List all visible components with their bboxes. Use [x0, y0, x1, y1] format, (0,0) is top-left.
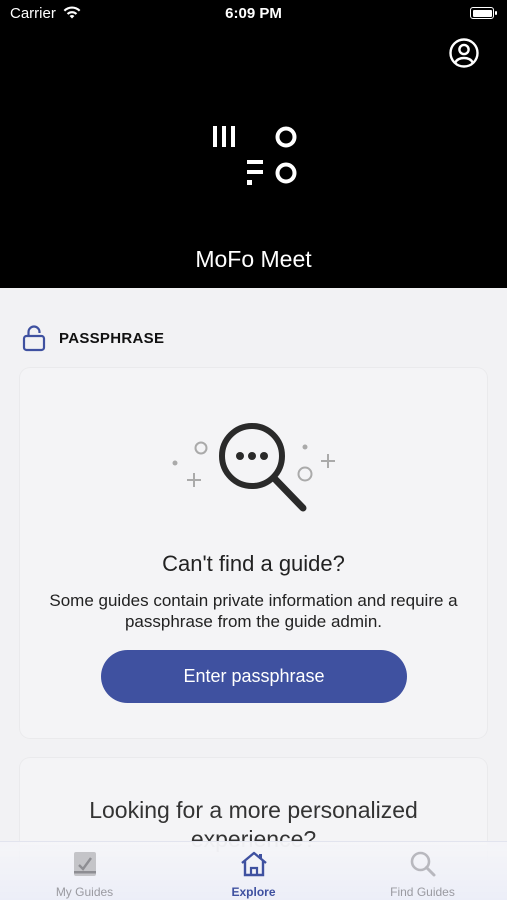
status-time: 6:09 PM: [225, 5, 282, 22]
tab-label: Find Guides: [390, 885, 455, 899]
passphrase-section-header: PASSPHRASE: [22, 325, 322, 353]
enter-passphrase-button[interactable]: Enter passphrase: [101, 650, 407, 703]
house-icon: [241, 851, 267, 877]
card-heading: Can't find a guide?: [162, 551, 345, 576]
tab-label: Explore: [231, 885, 276, 899]
lock-icon: [22, 325, 46, 352]
tab-explore[interactable]: Explore: [169, 842, 338, 900]
tab-find-guides[interactable]: Find Guides: [338, 842, 507, 900]
passphrase-card: Can't find a guide? Some guides contain …: [20, 368, 487, 738]
header: Carrier 6:09 PM MoFo Meet: [0, 0, 507, 288]
search-icon: [410, 851, 436, 877]
explore-screen: Carrier 6:09 PM MoFo Meet PASSPHRASE Can…: [0, 0, 507, 900]
tab-bar: My Guides Explore Find Guides: [0, 841, 507, 900]
tab-my-guides[interactable]: My Guides: [0, 842, 169, 900]
mofo-logo: [213, 126, 297, 185]
tab-label: My Guides: [55, 885, 114, 899]
checklist-icon: [74, 852, 96, 876]
status-bar: Carrier 6:09 PM: [0, 0, 507, 28]
profile-button[interactable]: [448, 37, 480, 69]
magnifier-with-dots-icon: [172, 423, 335, 512]
card-description: Some guides contain private information …: [49, 591, 458, 631]
section-label: PASSPHRASE: [59, 330, 165, 347]
app-title: MoFo Meet: [195, 246, 312, 272]
battery-icon: [470, 7, 497, 19]
